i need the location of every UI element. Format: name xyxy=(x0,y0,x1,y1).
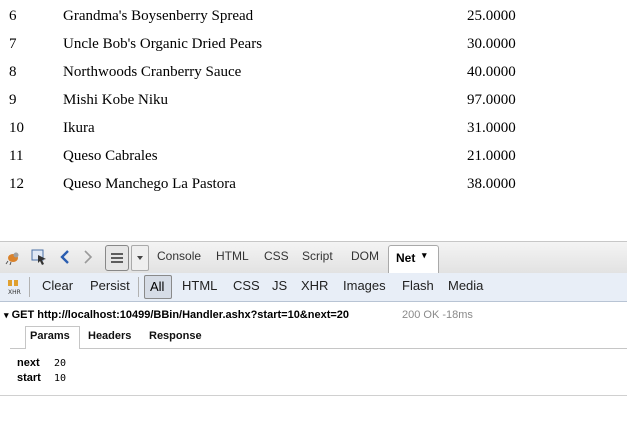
filter-images-button[interactable]: Images xyxy=(343,278,386,293)
param-row: start 10 xyxy=(17,372,217,387)
net-toolbar: XHR Clear Persist All HTML CSS JS XHR Im… xyxy=(0,273,627,302)
tab-html[interactable]: HTML xyxy=(216,249,249,263)
clear-button[interactable]: Clear xyxy=(42,278,73,293)
filter-js-button[interactable]: JS xyxy=(272,278,287,293)
request-subtabs: Params Headers Response xyxy=(10,324,627,349)
product-id: 7 xyxy=(9,36,17,52)
tab-params[interactable]: Params xyxy=(30,330,70,342)
product-name: Queso Cabrales xyxy=(63,148,158,164)
table-row: 12 Queso Manchego La Pastora 38.0000 xyxy=(0,171,627,199)
filter-html-button[interactable]: HTML xyxy=(182,278,217,293)
product-id: 6 xyxy=(9,8,17,24)
product-price: 21.0000 xyxy=(467,148,516,164)
svg-text:XHR: XHR xyxy=(8,289,21,295)
param-value: 20 xyxy=(54,358,67,369)
firebug-toolbar: Console HTML CSS Script DOM Net ▾ xyxy=(0,241,627,274)
request-time: -18ms xyxy=(442,309,473,321)
product-price: 97.0000 xyxy=(467,92,516,108)
table-row: 9 Mishi Kobe Niku 97.0000 xyxy=(0,87,627,115)
chevron-down-icon[interactable] xyxy=(131,245,149,271)
request-entry: ▾ GET http://localhost:10499/BBin/Handle… xyxy=(0,305,627,396)
firebug-icon[interactable] xyxy=(4,248,22,266)
param-name: start xyxy=(17,372,41,384)
table-row: 8 Northwoods Cranberry Sauce 40.0000 xyxy=(0,59,627,87)
filter-flash-button[interactable]: Flash xyxy=(402,278,434,293)
table-row: 6 Grandma's Boysenberry Spread 25.0000 xyxy=(0,3,627,31)
product-price: 31.0000 xyxy=(467,120,516,136)
product-name: Mishi Kobe Niku xyxy=(63,92,168,108)
chevron-down-icon[interactable]: ▾ xyxy=(422,250,427,261)
separator xyxy=(29,277,30,297)
param-row: next 20 xyxy=(17,357,217,372)
tab-response[interactable]: Response xyxy=(149,330,202,342)
product-price: 40.0000 xyxy=(467,64,516,80)
request-status: 200 OK -18ms xyxy=(402,309,473,321)
product-name: Queso Manchego La Pastora xyxy=(63,176,236,192)
product-id: 12 xyxy=(9,176,24,192)
filter-all-button[interactable]: All xyxy=(144,275,172,299)
table-row: 11 Queso Cabrales 21.0000 xyxy=(0,143,627,171)
request-line[interactable]: ▾ GET http://localhost:10499/BBin/Handle… xyxy=(4,309,349,321)
net-panel-icon: XHR xyxy=(5,278,23,296)
filter-css-button[interactable]: CSS xyxy=(233,278,260,293)
tab-script[interactable]: Script xyxy=(302,249,333,263)
product-id: 8 xyxy=(9,64,17,80)
product-name: Ikura xyxy=(63,120,95,136)
filter-xhr-button[interactable]: XHR xyxy=(301,278,328,293)
product-price: 25.0000 xyxy=(467,8,516,24)
separator xyxy=(138,277,139,297)
tab-headers[interactable]: Headers xyxy=(88,330,131,342)
filter-all-label: All xyxy=(150,279,165,294)
back-icon[interactable] xyxy=(56,248,74,266)
table-row: 7 Uncle Bob's Organic Dried Pears 30.000… xyxy=(0,31,627,59)
request-url: GET http://localhost:10499/BBin/Handler.… xyxy=(11,309,350,321)
product-price: 30.0000 xyxy=(467,36,516,52)
table-row: 10 Ikura 31.0000 xyxy=(0,115,627,143)
product-table: 6 Grandma's Boysenberry Spread 25.0000 7… xyxy=(0,3,627,199)
tab-net-label: Net xyxy=(396,251,416,265)
tab-css[interactable]: CSS xyxy=(264,249,289,263)
filter-media-button[interactable]: Media xyxy=(448,278,483,293)
product-name: Grandma's Boysenberry Spread xyxy=(63,8,254,24)
tab-console[interactable]: Console xyxy=(157,249,201,263)
product-id: 9 xyxy=(9,92,17,108)
product-id: 10 xyxy=(9,120,24,136)
product-name: Uncle Bob's Organic Dried Pears xyxy=(63,36,263,52)
tab-dom[interactable]: DOM xyxy=(351,249,379,263)
persist-button[interactable]: Persist xyxy=(90,278,130,293)
product-price: 38.0000 xyxy=(467,176,516,192)
status-code: 200 OK xyxy=(402,309,440,321)
product-id: 11 xyxy=(9,148,24,164)
params-list: next 20 start 10 xyxy=(17,357,217,387)
forward-icon[interactable] xyxy=(79,248,97,266)
param-value: 10 xyxy=(54,373,67,384)
tab-net[interactable]: Net ▾ xyxy=(388,245,439,274)
param-name: next xyxy=(17,357,40,369)
inspect-icon[interactable] xyxy=(30,248,48,266)
expand-toggle-icon[interactable]: ▾ xyxy=(4,310,9,320)
product-name: Northwoods Cranberry Sauce xyxy=(63,64,242,80)
command-line-icon[interactable] xyxy=(105,245,129,271)
